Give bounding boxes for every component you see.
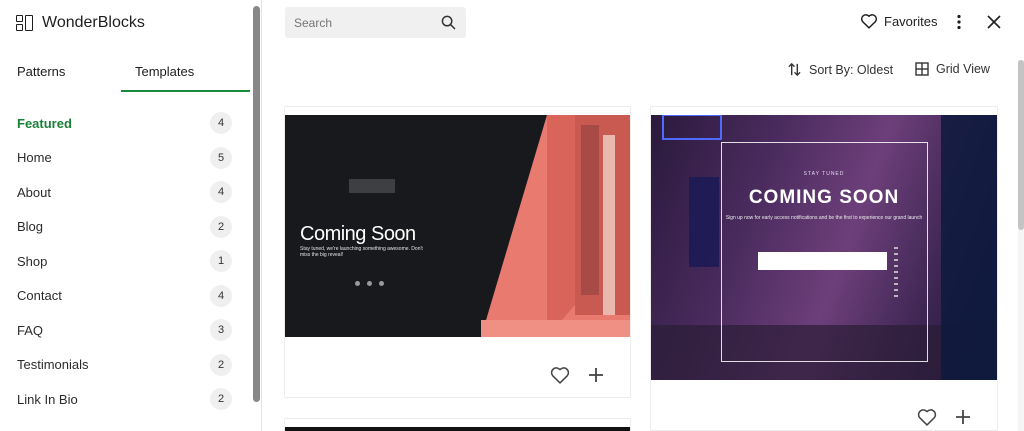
search-icon[interactable]: [441, 15, 456, 30]
main-scrollbar[interactable]: [1018, 60, 1024, 431]
preview-title: COMING SOON: [748, 187, 900, 208]
template-preview[interactable]: [285, 427, 630, 431]
sort-arrows-icon: [788, 62, 801, 77]
category-label: Contact: [17, 288, 62, 304]
card-actions: [917, 407, 973, 427]
brand: WonderBlocks: [16, 14, 145, 32]
main-scrollbar-thumb[interactable]: [1018, 60, 1024, 230]
sidebar: WonderBlocks Patterns Templates Featured…: [0, 0, 262, 431]
heart-icon: [860, 14, 878, 29]
facebook-icon: [367, 281, 372, 286]
category-count: 1: [210, 250, 232, 273]
preview-email-field: [758, 252, 887, 270]
tab-templates[interactable]: Templates: [135, 64, 194, 79]
favorites-label: Favorites: [884, 13, 938, 29]
category-home[interactable]: Home 5: [0, 141, 250, 176]
grid-view-icon: [915, 62, 929, 76]
preview-logo-placeholder: [349, 179, 395, 193]
category-testimonials[interactable]: Testimonials 2: [0, 348, 250, 383]
instagram-icon: [379, 281, 384, 286]
sort-label: Sort By: Oldest: [809, 62, 894, 77]
category-count: 3: [210, 319, 232, 342]
category-blog[interactable]: Blog 2: [0, 210, 250, 245]
blocks-logo-icon: [16, 15, 34, 31]
plus-icon[interactable]: [953, 407, 973, 427]
category-count: 4: [210, 284, 232, 307]
preview-subtitle: Stay tuned, we're launching something aw…: [300, 246, 423, 258]
category-label: Home: [17, 150, 52, 166]
search-box: [285, 7, 466, 38]
category-count: 4: [210, 181, 232, 204]
template-preview[interactable]: Coming Soon Stay tuned, we're launching …: [285, 115, 630, 337]
category-count: 5: [210, 146, 232, 169]
category-label: Blog: [17, 219, 44, 235]
more-vertical-icon[interactable]: [951, 13, 967, 31]
category-list: Featured 4 Home 5 About 4 Blog 2 Shop 1 …: [0, 106, 250, 417]
category-label: Link In Bio: [17, 391, 78, 407]
plus-icon[interactable]: [586, 365, 606, 385]
card-actions: [550, 365, 606, 385]
category-label: Shop: [17, 253, 48, 269]
sort-button[interactable]: Sort By: Oldest: [787, 62, 893, 77]
preview-side-social: [894, 247, 898, 299]
preview-eyebrow: STAY TUNED: [803, 171, 845, 177]
heart-icon[interactable]: [917, 407, 937, 427]
category-label: FAQ: [17, 322, 44, 338]
category-label: Testimonials: [17, 357, 89, 373]
template-preview[interactable]: STAY TUNED COMING SOON Sign up now for e…: [651, 115, 997, 380]
grid-view-label: Grid View: [936, 62, 990, 76]
preview-subtitle: Sign up now for early access notificatio…: [725, 215, 923, 221]
category-count: 2: [210, 388, 232, 411]
category-label: Featured: [17, 115, 72, 131]
active-tab-indicator: [121, 90, 250, 92]
category-about[interactable]: About 4: [0, 175, 250, 210]
close-icon[interactable]: [986, 14, 1002, 30]
preview-title: Coming Soon: [300, 223, 416, 245]
heart-icon[interactable]: [550, 365, 570, 385]
twitter-icon: [355, 281, 360, 286]
favorites-button[interactable]: Favorites: [860, 13, 937, 29]
template-card[interactable]: STAY TUNED COMING SOON Sign up now for e…: [650, 106, 998, 431]
category-count: 4: [210, 112, 232, 135]
sidebar-scrollbar[interactable]: [253, 6, 260, 402]
category-count: 2: [210, 353, 232, 376]
category-shop[interactable]: Shop 1: [0, 244, 250, 279]
template-card[interactable]: Coming Soon Stay tuned, we're launching …: [284, 106, 631, 398]
preview-social-icons: [355, 281, 384, 286]
category-count: 2: [210, 215, 232, 238]
search-input[interactable]: [294, 15, 434, 30]
category-link-in-bio[interactable]: Link In Bio 2: [0, 382, 250, 417]
category-label: About: [17, 184, 51, 200]
template-card[interactable]: [284, 418, 631, 431]
category-faq[interactable]: FAQ 3: [0, 313, 250, 348]
sidebar-tabs: Patterns Templates: [0, 58, 250, 92]
app-title: WonderBlocks: [42, 14, 145, 31]
grid-view-button[interactable]: Grid View: [915, 62, 990, 76]
category-featured[interactable]: Featured 4: [0, 106, 250, 141]
category-contact[interactable]: Contact 4: [0, 279, 250, 314]
tab-patterns[interactable]: Patterns: [17, 64, 65, 79]
